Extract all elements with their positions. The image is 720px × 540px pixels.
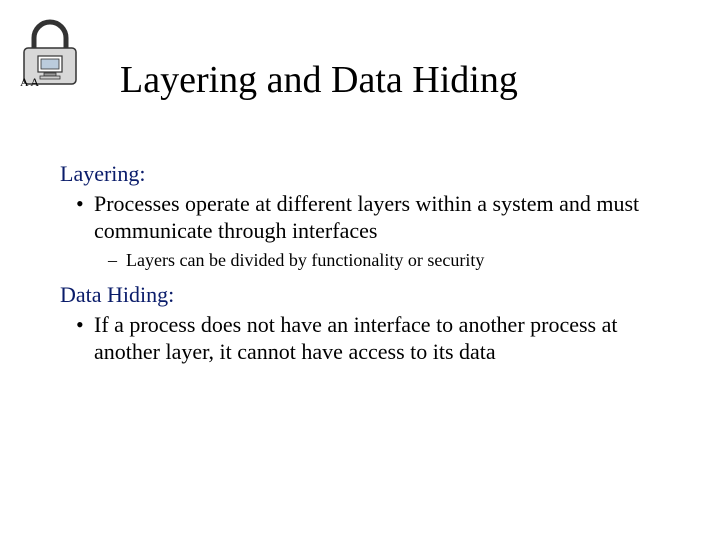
bullet-item: • Processes operate at different layers …	[72, 190, 680, 245]
sub-bullet-item: – Layers can be divided by functionality…	[108, 249, 680, 272]
slide-body: Layering: • Processes operate at differe…	[60, 160, 680, 370]
svg-text:A A: A A	[20, 75, 39, 89]
section-heading-datahiding: Data Hiding:	[60, 281, 680, 309]
bullet-item: • If a process does not have an interfac…	[72, 311, 680, 366]
bullet-text: Processes operate at different layers wi…	[94, 190, 680, 245]
bullet-text: If a process does not have an interface …	[94, 311, 680, 366]
bullet-marker: •	[72, 190, 94, 218]
padlock-computer-logo-icon: A A	[18, 18, 82, 90]
bullet-marker: •	[72, 311, 94, 339]
sub-bullet-text: Layers can be divided by functionality o…	[126, 249, 484, 272]
dash-marker: –	[108, 249, 126, 272]
slide-title: Layering and Data Hiding	[120, 58, 518, 102]
section-heading-layering: Layering:	[60, 160, 680, 188]
